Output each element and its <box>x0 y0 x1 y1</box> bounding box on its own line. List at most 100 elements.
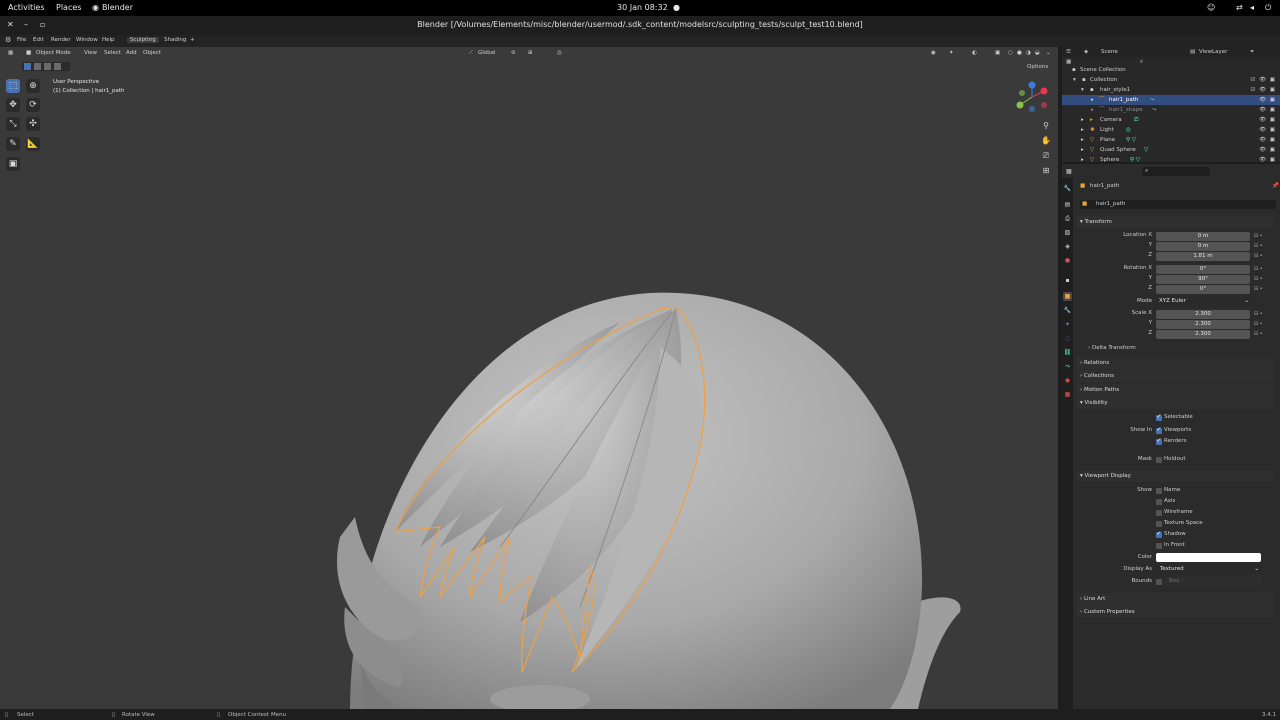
overlay-icon[interactable]: ◐ <box>972 50 977 56</box>
expand-arrow-icon[interactable]: ▸ <box>1081 135 1084 145</box>
row-toggles[interactable]: ☑ 👁 ▣ <box>1250 85 1276 95</box>
proportional-edit-icon[interactable]: ◎ <box>557 50 562 56</box>
bounds-checkbox[interactable] <box>1156 579 1162 585</box>
outliner-row-hair-style1[interactable]: ▾ ▪ hair_style1 ☑ 👁 ▣ <box>1062 85 1280 95</box>
outliner-type-icon[interactable]: ☰ <box>1066 47 1071 57</box>
row-toggles[interactable]: 👁 ▣ <box>1259 145 1276 155</box>
shading-rendered-icon[interactable]: ◒ <box>1035 50 1040 56</box>
texture-space-checkbox[interactable] <box>1156 521 1162 527</box>
outliner-row-hair1-shape[interactable]: ▸ ⌒ hair1_shape ⤳ 👁 ▣ <box>1062 105 1280 115</box>
menu-window[interactable]: Window <box>76 37 98 43</box>
filter-icon[interactable]: ⏷ <box>1250 47 1254 57</box>
location-x-field[interactable]: 0 m <box>1156 232 1250 241</box>
scale-tool-icon[interactable]: ⤡ <box>6 117 20 131</box>
outliner-row-scene-collection[interactable]: ▪ Scene Collection <box>1062 65 1280 75</box>
wireframe-checkbox[interactable] <box>1156 510 1162 516</box>
shading-solid-icon[interactable]: ● <box>1017 50 1022 56</box>
app-menu[interactable]: Blender <box>102 2 133 14</box>
pan-hand-icon[interactable]: ✋ <box>1040 135 1052 147</box>
renders-checkbox[interactable] <box>1156 437 1162 445</box>
options-dropdown[interactable]: Options <box>1027 64 1048 70</box>
outliner-row-quad-sphere[interactable]: ▸ ▽ Quad Sphere ▽ 👁 ▣ <box>1062 145 1280 155</box>
lock-icon[interactable]: ⊟ • <box>1254 286 1263 292</box>
xray-icon[interactable]: ▣ <box>995 50 1000 56</box>
physics-tab-icon[interactable]: ◌ <box>1063 334 1072 343</box>
expand-arrow-icon[interactable]: ▸ <box>1081 125 1084 135</box>
power-icon[interactable]: ⏻ <box>1265 2 1271 14</box>
lock-icon[interactable]: ⊟ • <box>1254 233 1263 239</box>
scale-y-field[interactable]: 2.300 <box>1156 320 1250 329</box>
tab-sculpting[interactable]: Sculpting <box>127 37 159 43</box>
output-tab-icon[interactable]: ⎙ <box>1063 214 1072 223</box>
collection-tab-icon[interactable]: ▪ <box>1063 276 1072 285</box>
panel-visibility[interactable]: ▾ Visibility <box>1076 397 1274 409</box>
row-toggles[interactable]: 👁 ▣ <box>1259 95 1276 105</box>
annotate-tool-icon[interactable]: ✎ <box>6 137 20 151</box>
scene-selector[interactable]: Scene <box>1101 47 1118 57</box>
expand-arrow-icon[interactable]: ▸ <box>1081 145 1084 155</box>
visibility-icon[interactable]: ◉ <box>931 50 936 56</box>
select-subtract-icon[interactable] <box>44 63 51 70</box>
select-box-tool[interactable]: ⬚ <box>6 79 20 93</box>
menu-select[interactable]: Select <box>104 50 121 56</box>
mode-dropdown[interactable]: Object Mode <box>36 50 71 56</box>
panel-custom-properties[interactable]: › Custom Properties <box>1076 606 1274 618</box>
lock-icon[interactable]: ⊟ • <box>1254 276 1263 282</box>
lock-icon[interactable]: ⊟ • <box>1254 243 1263 249</box>
shading-material-icon[interactable]: ◑ <box>1026 50 1031 56</box>
row-toggles[interactable]: 👁 ▣ <box>1259 135 1276 145</box>
bounds-type-dropdown[interactable]: Box <box>1165 577 1262 586</box>
pin-icon[interactable]: 📌 <box>1272 183 1279 189</box>
row-toggles[interactable]: 👁 ▣ <box>1259 115 1276 125</box>
transform-tool-icon[interactable]: ✣ <box>26 117 40 131</box>
name-checkbox[interactable] <box>1156 488 1162 494</box>
add-cube-tool-icon[interactable]: ▣ <box>6 157 20 171</box>
outliner-row-plane[interactable]: ▸ ▽ Plane ⚲ ▽ 👁 ▣ <box>1062 135 1280 145</box>
panel-relations[interactable]: › Relations <box>1076 357 1274 369</box>
editor-type-icon[interactable]: ▦ <box>8 50 13 56</box>
panel-viewport-display[interactable]: ▾ Viewport Display <box>1076 470 1274 482</box>
view-layer-selector[interactable]: ViewLayer <box>1199 47 1227 57</box>
object-tab-icon[interactable]: ■ <box>1063 292 1072 301</box>
rotation-mode-dropdown[interactable]: XYZ Euler ⌄ <box>1156 297 1252 306</box>
grid-view-icon[interactable]: ⊞ <box>1040 165 1052 177</box>
camera-view-icon[interactable]: ⎚ <box>1040 150 1052 162</box>
location-y-field[interactable]: 0 m <box>1156 242 1250 251</box>
select-invert-icon[interactable] <box>54 63 61 70</box>
properties-type-icon[interactable]: ▦ <box>1066 168 1072 175</box>
move-tool-icon[interactable]: ✥ <box>6 98 20 112</box>
expand-arrow-icon[interactable]: ▾ <box>1073 75 1076 85</box>
subpanel-delta-transform[interactable]: › Delta Transform <box>1088 345 1136 351</box>
texture-tab-icon[interactable]: ▦ <box>1063 390 1072 399</box>
gizmo-toggle-icon[interactable]: ✦ <box>949 50 954 56</box>
cursor-tool-icon[interactable]: ⊕ <box>26 79 40 93</box>
blender-logo-icon[interactable]: ⚙ <box>5 36 11 44</box>
outliner-row-collection[interactable]: ▾ ▪ Collection ☑ 👁 ▣ <box>1062 75 1280 85</box>
volume-icon[interactable]: ◂ <box>1250 2 1254 14</box>
panel-transform[interactable]: ▾ Transform <box>1076 216 1274 228</box>
menu-render[interactable]: Render <box>51 37 71 43</box>
menu-help[interactable]: Help <box>102 37 115 43</box>
lock-icon[interactable]: ⊟ • <box>1254 311 1263 317</box>
display-as-dropdown[interactable]: Textured ⌄ <box>1156 565 1262 574</box>
3d-viewport[interactable] <box>0 47 1058 709</box>
shadow-checkbox[interactable] <box>1156 530 1162 538</box>
rotation-z-field[interactable]: 0° <box>1156 285 1250 294</box>
axis-checkbox[interactable] <box>1156 499 1162 505</box>
in-front-checkbox[interactable] <box>1156 543 1162 549</box>
menu-add[interactable]: Add <box>126 50 137 56</box>
lock-icon[interactable]: ⊟ • <box>1254 253 1263 259</box>
data-tab-icon[interactable]: ⤳ <box>1063 362 1072 371</box>
properties-search-input[interactable]: ⌕ <box>1142 167 1210 176</box>
add-workspace-button[interactable]: + <box>190 37 195 43</box>
expand-arrow-icon[interactable]: ▸ <box>1091 95 1094 105</box>
row-toggles[interactable]: ☑ 👁 ▣ <box>1250 75 1276 85</box>
scene-tab-icon[interactable]: ◈ <box>1063 242 1072 251</box>
world-tab-icon[interactable]: ● <box>1063 256 1072 265</box>
panel-line-art[interactable]: › Line Art <box>1076 593 1274 605</box>
object-name-field[interactable]: ■ hair1_path <box>1080 200 1276 209</box>
menu-edit[interactable]: Edit <box>33 37 44 43</box>
menu-view[interactable]: View <box>84 50 97 56</box>
network-icon[interactable]: ⇄ <box>1236 2 1243 14</box>
measure-tool-icon[interactable]: 📐 <box>26 137 40 151</box>
